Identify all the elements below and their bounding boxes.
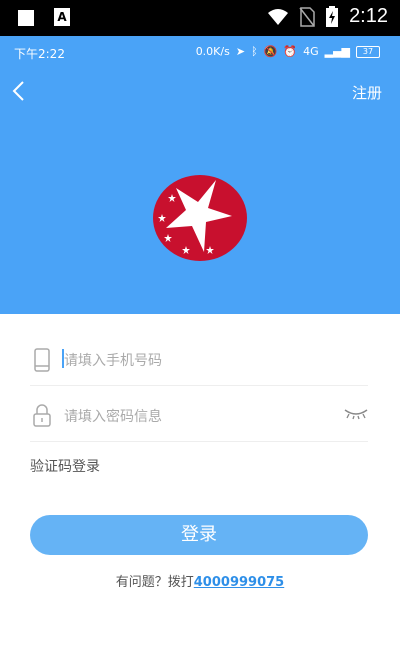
eye-closed-icon[interactable]: [344, 408, 368, 420]
inner-status-bar: 下午2:22 0.0K/s ➤ ᛒ 🔕 ⏰ 4G ▂▄▆ 37: [0, 36, 400, 68]
notification-square-icon: [18, 10, 34, 26]
help-text: 有问题？拨打4000999075: [0, 571, 400, 590]
inner-time: 下午2:22: [14, 47, 65, 61]
password-field-row[interactable]: 请填入密码信息: [30, 386, 368, 442]
system-status-bar: A 2:12: [0, 0, 400, 36]
battery-charging-icon: [326, 5, 339, 27]
help-prefix: 有问题？拨打: [115, 575, 194, 590]
star-logo: [153, 175, 247, 261]
hotline-link[interactable]: 4000999075: [194, 575, 284, 590]
lock-icon: [33, 404, 51, 427]
bluetooth-icon: ᛒ: [251, 45, 258, 58]
login-button[interactable]: 登录: [30, 515, 368, 555]
header-banner: 下午2:22 0.0K/s ➤ ᛒ 🔕 ⏰ 4G ▂▄▆ 37 注册: [0, 36, 400, 314]
phone-field-row[interactable]: 请填入手机号码: [30, 330, 368, 386]
system-time: 2:12: [349, 5, 388, 27]
no-sim-icon: [299, 6, 315, 27]
register-link[interactable]: 注册: [352, 82, 382, 103]
inner-battery: 37: [356, 45, 380, 58]
login-form: 请填入手机号码 请填入密码信息 验证码登录 登录 有问题？拨打400099907…: [0, 314, 400, 650]
phone-input[interactable]: 请填入手机号码: [64, 350, 162, 370]
password-input[interactable]: 请填入密码信息: [64, 406, 162, 426]
alarm-icon: ⏰: [283, 45, 298, 58]
signal-icon: ▂▄▆: [324, 45, 350, 58]
sms-login-link[interactable]: 验证码登录: [30, 456, 100, 476]
wifi-icon: [268, 8, 289, 25]
mute-bell-icon: 🔕: [263, 45, 278, 58]
back-arrow-icon[interactable]: [10, 80, 30, 102]
phone-icon: [34, 348, 50, 372]
network-speed: 0.0K/s: [195, 45, 230, 58]
location-icon: ➤: [235, 45, 246, 58]
network-type: 4G: [303, 45, 319, 58]
keyboard-a-icon: A: [54, 8, 70, 26]
